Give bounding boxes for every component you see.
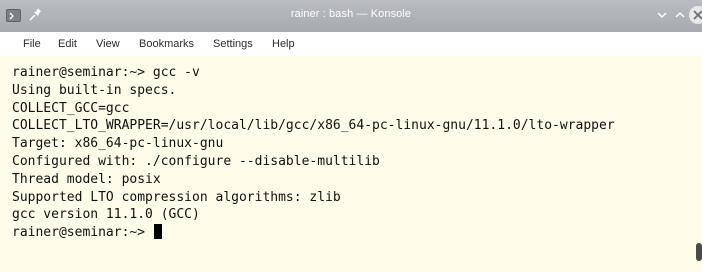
title-bar[interactable]: rainer : bash — Konsole (0, 0, 702, 32)
terminal-output[interactable]: rainer@seminar:~> gcc -v Using built-in … (0, 56, 702, 272)
chevron-up-icon[interactable] (672, 7, 688, 23)
menu-view[interactable]: View (96, 38, 120, 50)
chevron-down-icon[interactable] (654, 7, 670, 23)
terminal-line: COLLECT_GCC=gcc (12, 100, 130, 116)
text-cursor (153, 224, 162, 240)
konsole-window: rainer : bash — Konsole File Edit View B… (0, 0, 702, 272)
terminal-line: COLLECT_LTO_WRAPPER=/usr/local/lib/gcc/x… (12, 118, 615, 134)
terminal-line: rainer@seminar:~> gcc -v (12, 65, 200, 80)
terminal-line: Target: x86_64-pc-linux-gnu (12, 136, 224, 152)
terminal-line: gcc version 11.1.0 (GCC) (12, 207, 200, 223)
menu-settings[interactable]: Settings (213, 38, 253, 50)
menu-bookmarks[interactable]: Bookmarks (139, 38, 194, 50)
scrollbar-handle[interactable] (696, 243, 702, 261)
menu-bar: File Edit View Bookmarks Settings Help (0, 32, 702, 56)
terminal-line: Supported LTO compression algorithms: zl… (12, 189, 341, 205)
menu-edit[interactable]: Edit (58, 38, 77, 50)
close-icon[interactable] (689, 6, 702, 24)
menu-file[interactable]: File (23, 38, 41, 50)
shell-prompt: rainer@seminar:~> (12, 225, 153, 241)
terminal-line: Thread model: posix (12, 171, 161, 187)
window-title: rainer : bash — Konsole (290, 8, 412, 20)
prompt-line[interactable]: rainer@seminar:~> (12, 224, 702, 242)
terminal-line: Using built-in specs. (12, 82, 177, 98)
menu-help[interactable]: Help (272, 38, 295, 50)
terminal-line: Configured with: ./configure --disable-m… (12, 153, 380, 169)
